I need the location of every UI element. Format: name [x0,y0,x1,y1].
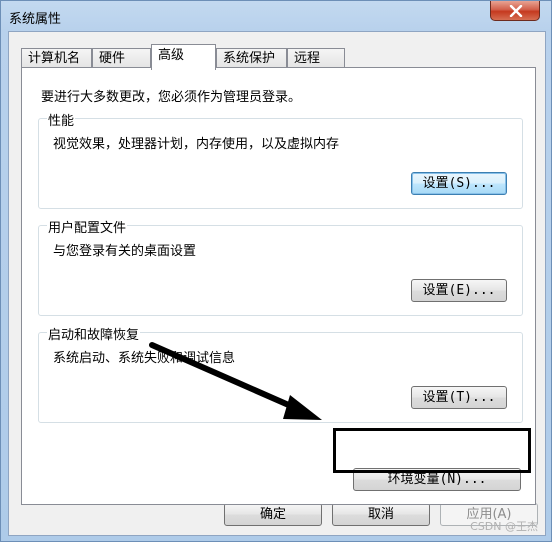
tab-hardware[interactable]: 硬件 [92,48,151,69]
startup-recovery-group: 启动和故障恢复 系统启动、系统失败和调试信息 设置(T)... [38,324,523,423]
startup-recovery-settings-button[interactable]: 设置(T)... [411,386,507,409]
performance-desc: 视觉效果，处理器计划，内存使用，以及虚拟内存 [53,137,340,152]
startup-recovery-title: 启动和故障恢复 [47,324,141,343]
tab-system-protection[interactable]: 系统保护 [216,48,287,69]
startup-recovery-desc: 系统启动、系统失败和调试信息 [53,351,236,366]
close-button[interactable] [490,1,540,21]
admin-notice: 要进行大多数更改，您必须作为管理员登录。 [41,90,302,105]
tab-computer-name[interactable]: 计算机名 [21,48,92,69]
performance-group: 性能 视觉效果，处理器计划，内存使用，以及虚拟内存 设置(S)... [38,110,523,209]
user-profiles-desc: 与您登录有关的桌面设置 [53,244,197,259]
title-bar[interactable]: 系统属性 [1,1,551,31]
close-icon [509,5,523,17]
user-profiles-settings-button[interactable]: 设置(E)... [411,279,507,302]
tab-advanced[interactable]: 高级 [151,44,216,70]
user-profiles-group: 用户配置文件 与您登录有关的桌面设置 设置(E)... [38,217,523,316]
annotation-highlight-box [333,428,531,473]
watermark: CSDN @王杰 [470,520,538,533]
ok-button[interactable]: 确定 [224,503,322,526]
window-title: 系统属性 [9,12,62,27]
cancel-button[interactable]: 取消 [332,503,430,526]
user-profiles-title: 用户配置文件 [47,217,128,236]
performance-title: 性能 [47,110,76,129]
performance-settings-button[interactable]: 设置(S)... [411,172,507,195]
tab-remote[interactable]: 远程 [287,48,345,69]
